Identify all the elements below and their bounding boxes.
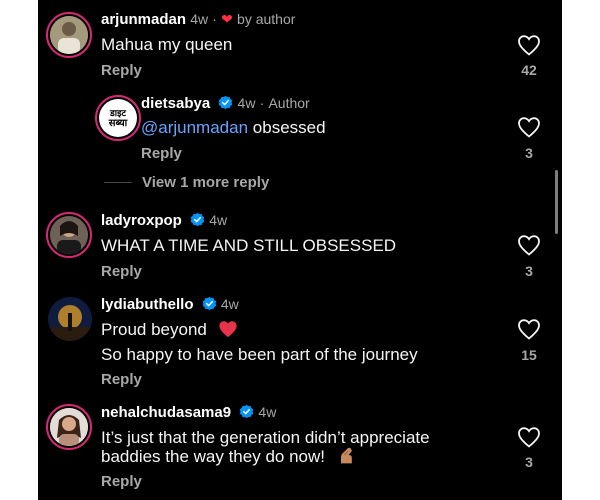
timestamp: 4w [237,95,256,111]
avatar-photo [48,297,92,341]
timestamp: 4w [209,212,228,228]
like-count: 42 [521,62,537,78]
reply-button[interactable]: Reply [101,371,142,388]
heart-outline-icon[interactable] [517,234,541,256]
verified-badge-icon [202,296,216,311]
timestamp: 4w [258,404,277,420]
author-liked-label: by author [237,11,296,27]
heart-outline-icon[interactable] [517,34,541,56]
avatar-logo-text: डाइट [109,107,127,118]
username[interactable]: nehalchudasama9 [101,404,231,421]
like-count: 3 [525,145,533,161]
avatar-photo [50,408,88,446]
heart-outline-icon[interactable] [517,318,541,340]
comment-text-line-2: So happy to have been part of the journe… [101,345,418,364]
verified-badge-icon [239,404,254,419]
heart-outline-icon[interactable] [517,116,541,138]
avatar[interactable] [46,12,92,58]
timestamp: 4w [190,11,209,27]
verified-badge-icon [219,95,233,110]
comment-text: Mahua my queen [101,35,233,54]
username[interactable]: ladyroxpop [101,212,182,229]
heart-outline-icon[interactable] [517,426,541,448]
avatar-photo [50,216,88,254]
reply-button[interactable]: Reply [141,145,182,162]
comment-text-line-1: Proud beyond [101,317,238,342]
comments-panel: arjunmadan 4w · ❤ by author Mahua my que… [38,0,562,500]
scrollbar[interactable] [555,170,558,234]
timestamp: 4w [220,296,239,312]
like-count: 15 [521,347,537,363]
mention-link[interactable]: @arjunmadan [141,118,248,137]
heart-filled-icon: ❤ [221,11,233,27]
avatar[interactable] [46,212,92,258]
view-more-replies-button[interactable]: View 1 more reply [142,174,269,191]
red-heart-emoji-icon [219,321,237,338]
comment-text-line-2: baddies the way they do now! [101,444,356,469]
reply-button[interactable]: Reply [101,263,142,280]
username[interactable]: arjunmadan [101,11,186,28]
reply-button[interactable]: Reply [101,62,142,79]
username[interactable]: dietsabya [141,95,210,112]
comment-text: @arjunmadan obsessed [141,118,326,137]
thread-divider [104,182,132,183]
author-label: Author [268,95,310,111]
comment-text: WHAT A TIME AND STILL OBSESSED [101,236,397,255]
avatar[interactable] [46,404,92,450]
reply-button[interactable]: Reply [101,473,142,490]
pinched-fingers-emoji-icon [340,447,352,464]
verified-badge-icon [190,212,205,227]
like-count: 3 [525,454,533,470]
avatar[interactable] [47,296,93,342]
avatar[interactable]: डाइट सब्या [95,95,141,141]
avatar-photo [50,16,88,54]
like-count: 3 [525,263,533,279]
username[interactable]: lydiabuthello [101,296,194,313]
